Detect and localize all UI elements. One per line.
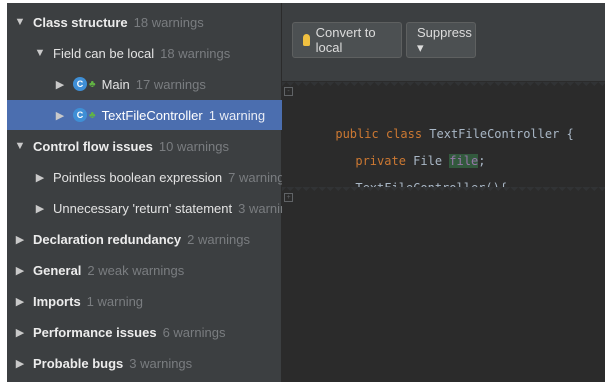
tree-row[interactable]: ▼ Control flow issues 10 warnings [7, 131, 287, 161]
tree-row-label: Class structure [33, 14, 128, 30]
tree-row-label: General [33, 262, 82, 278]
collapsed-arrow-icon[interactable]: ▶ [33, 202, 47, 215]
collapsed-arrow-icon[interactable]: ▶ [33, 171, 47, 184]
quickfix-toolbar: Convert to local Suppress ▾ [282, 3, 605, 81]
code-fragment-bottom-edge [282, 187, 605, 195]
tree-row-count: 6 warnings [162, 324, 226, 340]
suppress-label: Suppress ▾ [417, 24, 472, 55]
highlighted-field[interactable]: file [449, 154, 479, 168]
access-modifier-icon: ♣ [89, 109, 96, 121]
tree-row[interactable]: ▶ Unnecessary 'return' statement 3 warning… [7, 193, 307, 223]
convert-to-local-button[interactable]: Convert to local [292, 22, 402, 58]
tree-row[interactable]: ▶ Pointless boolean expression 7 warnings [7, 162, 307, 192]
tree-row[interactable]: ▶ C ♣ TextFileController 1 warning [7, 100, 327, 130]
inspection-window: ▼ Class structure 18 warnings ▼ Field can be… [7, 3, 605, 382]
editor-preview-panel: Convert to local Suppress ▾ - public cla… [282, 3, 605, 382]
tree-row[interactable]: ▶ General 2 weak warnings [7, 255, 287, 285]
tree-row-count: 17 warnings [135, 76, 206, 92]
tree-row-label: Pointless boolean expression [53, 169, 223, 185]
code-fragment-top-edge [282, 82, 605, 90]
collapsed-arrow-icon[interactable]: ▶ [13, 326, 27, 339]
suppress-dropdown-button[interactable]: Suppress ▾ [406, 22, 476, 58]
tree-row-label: TextFileController [101, 107, 203, 123]
class-icon: C [73, 108, 87, 122]
tree-row-count: 1 warning [86, 293, 144, 309]
expanded-arrow-icon[interactable]: ▼ [13, 16, 27, 28]
tree-row-count: 18 warnings [160, 45, 231, 61]
tree-row[interactable]: ▶ Imports 1 warning [7, 286, 287, 316]
collapsed-arrow-icon[interactable]: ▶ [13, 357, 27, 370]
lightbulb-icon [303, 34, 310, 46]
collapsed-arrow-icon[interactable]: ▶ [53, 109, 67, 122]
inspection-results-tree: ▼ Class structure 18 warnings ▼ Field can be… [7, 3, 327, 382]
fold-marker-icon[interactable]: + [284, 193, 293, 202]
fold-marker-icon[interactable]: - [284, 87, 293, 96]
tree-row-label: Unnecessary 'return' statement [53, 200, 233, 216]
tree-row-label: Control flow issues [33, 138, 153, 154]
tree-row-count: 2 weak warnings [87, 262, 185, 278]
collapsed-arrow-icon[interactable]: ▶ [13, 264, 27, 277]
tree-row-label: Field can be local [53, 45, 155, 61]
tree-row-label: Main [101, 76, 130, 92]
class-icon: C [73, 77, 87, 91]
collapsed-arrow-icon[interactable]: ▶ [13, 233, 27, 246]
convert-to-local-label: Convert to local [315, 25, 376, 55]
tree-row-count: 3 warnings [129, 355, 193, 371]
tree-row-count: 1 warning [208, 107, 266, 123]
tree-row[interactable]: ▶ Declaration redundancy 2 warnings [7, 224, 287, 254]
tree-row[interactable]: ▶ Probable bugs 3 warnings [7, 348, 287, 378]
tree-row-label: Probable bugs [33, 355, 124, 371]
expanded-arrow-icon[interactable]: ▼ [13, 140, 27, 152]
tree-row[interactable]: ▼ Field can be local 18 warnings [7, 38, 307, 68]
tree-row-count: 2 warnings [187, 231, 250, 247]
tree-row-label: Imports [33, 293, 81, 309]
tree-row[interactable]: ▼ Class structure 18 warnings [7, 7, 287, 37]
tree-row[interactable]: ▶ Performance issues 6 warnings [7, 317, 287, 347]
access-modifier-icon: ♣ [89, 78, 96, 90]
tree-row-count: 18 warnings [133, 14, 204, 30]
tree-row-count: 10 warnings [158, 138, 230, 154]
tree-row[interactable]: ▶ C ♣ Main 17 warnings [7, 69, 327, 99]
tree-row-label: Declaration redundancy [33, 231, 182, 247]
expanded-arrow-icon[interactable]: ▼ [33, 47, 47, 59]
collapsed-arrow-icon[interactable]: ▶ [53, 78, 67, 91]
tree-row-label: Performance issues [33, 324, 157, 340]
collapsed-arrow-icon[interactable]: ▶ [13, 295, 27, 308]
